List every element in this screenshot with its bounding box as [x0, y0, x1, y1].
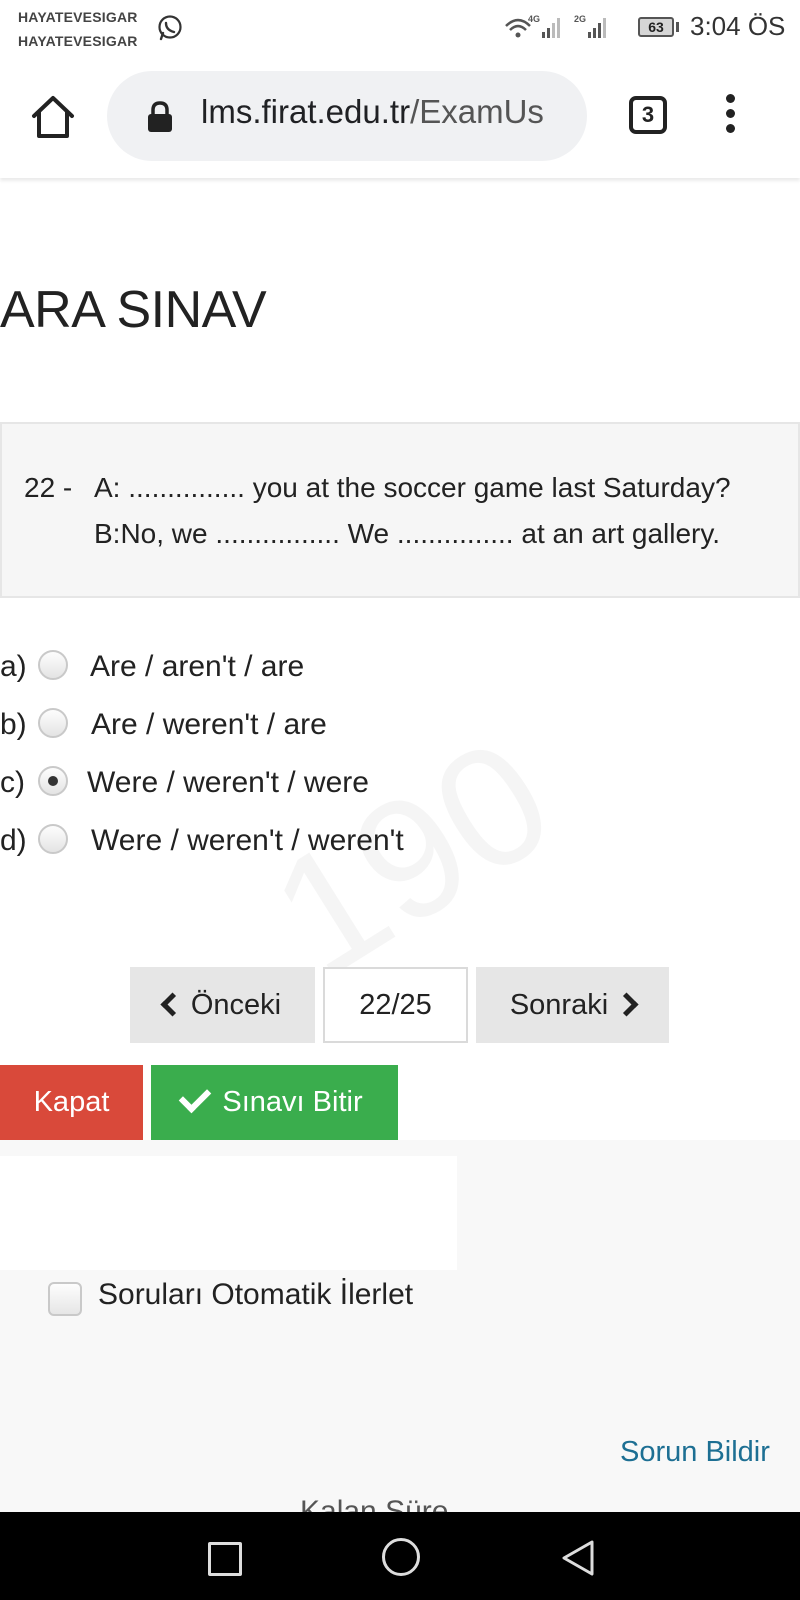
option-text: Are / weren't / are: [91, 708, 327, 741]
question-box: 22 - A: ............... you at the socce…: [0, 422, 800, 598]
option-text: Were / weren't / were: [87, 766, 369, 799]
remaining-time-label: Kalan Süre: [300, 1495, 449, 1512]
notification-text: HAYATEVESIGAR: [18, 33, 138, 49]
option-text: Are / aren't / are: [90, 650, 305, 683]
network-label-2g: 2G: [574, 14, 586, 24]
answer-option-c[interactable]: c) Were / weren't / were: [0, 762, 780, 806]
back-triangle-icon[interactable]: [560, 1538, 596, 1578]
previous-label: Önceki: [190, 989, 282, 1021]
url-path: /ExamUs: [410, 93, 544, 130]
address-bar[interactable]: lms.firat.edu.tr/ExamUs: [107, 71, 587, 161]
option-text: Were / weren't / weren't: [91, 824, 404, 857]
system-navigation-bar: [0, 1512, 800, 1600]
next-label: Sonraki: [509, 989, 609, 1021]
auto-advance-label[interactable]: Soruları Otomatik İlerlet: [98, 1278, 413, 1312]
question-number: 22 -: [24, 472, 73, 503]
question-text-line: B:No, we ................ We ...........…: [94, 518, 721, 549]
tabs-icon[interactable]: 3: [629, 96, 667, 134]
chevron-left-icon: [160, 992, 185, 1017]
url-host: lms.firat.edu.tr: [201, 93, 411, 130]
option-radio[interactable]: [38, 824, 68, 854]
question-text-line: A: ............... you at the soccer gam…: [94, 472, 731, 503]
question-counter: 22/25: [323, 967, 468, 1043]
answer-option-b[interactable]: b) Are / weren't / are: [0, 704, 780, 748]
network-label-4g: 4G: [528, 14, 540, 24]
auto-advance-checkbox[interactable]: [48, 1282, 82, 1316]
url-text: lms.firat.edu.tr/ExamUs: [201, 93, 581, 131]
check-icon: [179, 1081, 212, 1114]
blank-panel: [0, 1156, 457, 1270]
finish-exam-button[interactable]: Sınavı Bitir: [151, 1065, 398, 1140]
option-letter: c): [0, 766, 25, 799]
option-radio[interactable]: [38, 708, 68, 738]
clock: 3:04 ÖS: [690, 11, 786, 41]
battery-tip: [676, 22, 679, 32]
close-button[interactable]: Kapat: [0, 1065, 143, 1140]
status-bar: HAYATEVESIGAR HAYATEVESIGAR 4G 2G 63 3:0…: [0, 0, 800, 56]
battery-icon: 63: [638, 17, 674, 37]
report-problem-link[interactable]: Sorun Bildir: [620, 1436, 770, 1469]
page-title: ARA SINAV: [0, 281, 267, 339]
overflow-menu-icon[interactable]: [720, 94, 740, 140]
finish-label: Sınavı Bitir: [222, 1086, 363, 1118]
answer-option-d[interactable]: d) Were / weren't / weren't: [0, 820, 780, 864]
browser-toolbar: lms.firat.edu.tr/ExamUs 3: [0, 56, 800, 178]
recent-apps-icon[interactable]: [208, 1542, 242, 1576]
option-letter: a): [0, 650, 27, 683]
next-button[interactable]: Sonraki: [476, 967, 669, 1043]
network-signal-icon: 4G 2G: [505, 14, 606, 38]
lock-icon: [148, 101, 172, 132]
option-radio-selected[interactable]: [38, 766, 68, 796]
notification-text: HAYATEVESIGAR: [18, 9, 138, 25]
answer-option-a[interactable]: a) Are / aren't / are: [0, 646, 780, 690]
previous-button[interactable]: Önceki: [130, 967, 315, 1043]
option-letter: b): [0, 708, 27, 741]
option-letter: d): [0, 824, 27, 857]
exam-footer: Soruları Otomatik İlerlet Sorun Bildir K…: [0, 1140, 800, 1512]
home-circle-icon[interactable]: [382, 1538, 420, 1576]
chevron-right-icon: [614, 992, 639, 1017]
home-icon[interactable]: [28, 92, 78, 142]
whatsapp-icon: [158, 15, 182, 41]
option-radio[interactable]: [38, 650, 68, 680]
